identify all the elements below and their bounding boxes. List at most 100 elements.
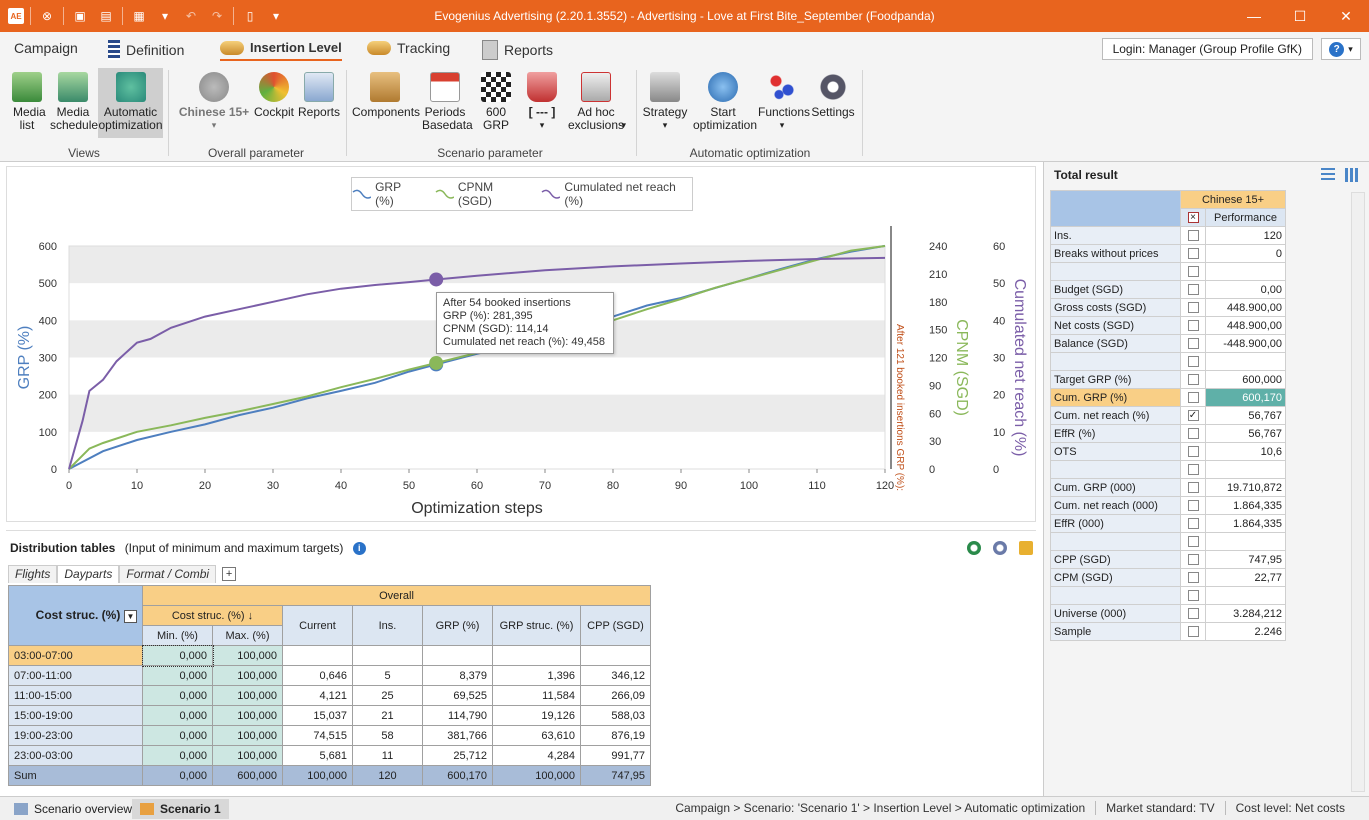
start-optimization-button[interactable]: Start optimization bbox=[692, 72, 757, 132]
tab-campaign[interactable]: Campaign bbox=[14, 40, 78, 56]
table-row[interactable]: 19:00-23:00 0,000 100,000 74,515 58 381,766 63… bbox=[8, 725, 651, 746]
editable-cell[interactable]: 100,000 bbox=[212, 705, 283, 726]
subgroup-header-cost-struc[interactable]: Cost struc. (%) ↓ bbox=[142, 605, 283, 626]
table-row[interactable]: 15:00-19:00 0,000 100,000 15,037 21 114,790 19… bbox=[8, 705, 651, 726]
chart-checkbox[interactable] bbox=[1187, 392, 1199, 404]
tab-scenario-1[interactable]: Scenario 1 bbox=[132, 799, 229, 819]
chart-checkbox-cell bbox=[1180, 388, 1206, 407]
vertical-scrollbar[interactable] bbox=[1351, 192, 1365, 792]
chart-checkbox[interactable] bbox=[1187, 284, 1199, 296]
chart-checkbox[interactable] bbox=[1187, 356, 1199, 368]
editable-cell[interactable]: 0,000 bbox=[142, 745, 213, 766]
chart-toggle-icon[interactable] bbox=[993, 541, 1007, 555]
chart-checkbox[interactable] bbox=[1187, 464, 1199, 476]
chart-checkbox[interactable] bbox=[1187, 482, 1199, 494]
table-row[interactable]: 11:00-15:00 0,000 100,000 4,121 25 69,525 11,5… bbox=[8, 685, 651, 706]
periods-basedata-button[interactable]: Periods Basedata bbox=[420, 72, 473, 132]
media-schedule-button[interactable]: Media schedule bbox=[50, 72, 98, 132]
functions-button[interactable]: Functions ▾ bbox=[758, 72, 810, 132]
settings-icon[interactable] bbox=[1019, 541, 1033, 555]
editable-cell[interactable]: 0,000 bbox=[142, 725, 213, 746]
chart-toggle-all-icon[interactable]: × bbox=[1180, 208, 1206, 227]
editable-cell[interactable]: 100,000 bbox=[212, 685, 283, 706]
automatic-optimization-view-button[interactable]: Automatic optimization bbox=[98, 68, 163, 138]
chart-checkbox[interactable] bbox=[1187, 608, 1199, 620]
chart-checkbox[interactable] bbox=[1187, 248, 1199, 260]
tab-definition[interactable]: Definition bbox=[108, 40, 184, 60]
ad-hoc-exclusions-button[interactable]: Ad hoc exclusions ▾ bbox=[564, 72, 628, 132]
add-tab-button[interactable]: + bbox=[222, 567, 237, 581]
tab-flights[interactable]: Flights bbox=[8, 565, 58, 583]
target-group-header[interactable]: Chinese 15+ bbox=[1180, 190, 1286, 209]
col-min[interactable]: Min. (%) bbox=[142, 625, 213, 646]
tab-tracking[interactable]: Tracking bbox=[367, 40, 450, 56]
chart-checkbox[interactable] bbox=[1187, 266, 1199, 278]
columns-icon[interactable] bbox=[1345, 168, 1359, 182]
strategy-button[interactable]: Strategy ▾ bbox=[642, 72, 688, 132]
editable-cell[interactable]: 100,000 bbox=[212, 725, 283, 746]
chart-checkbox[interactable] bbox=[1187, 554, 1199, 566]
col-ins[interactable]: Ins. bbox=[352, 605, 423, 646]
tab-dayparts[interactable]: Dayparts bbox=[57, 565, 120, 583]
tab-insertion-level[interactable]: Insertion Level bbox=[220, 40, 342, 61]
chart-checkbox[interactable] bbox=[1187, 230, 1199, 242]
minimize-button[interactable]: — bbox=[1231, 0, 1277, 32]
chevron-down-icon[interactable]: ▼ bbox=[124, 610, 137, 623]
editable-cell[interactable]: 100,000 bbox=[212, 645, 283, 666]
chart-checkbox[interactable] bbox=[1187, 518, 1199, 530]
reports-button[interactable]: Reports bbox=[298, 72, 340, 119]
chart-checkbox[interactable] bbox=[1187, 374, 1199, 386]
filter-list-icon[interactable] bbox=[1321, 168, 1335, 182]
refresh-icon[interactable] bbox=[967, 541, 981, 555]
result-row: Target GRP (%) 600,000 bbox=[1050, 370, 1286, 389]
close-button[interactable]: ✕ bbox=[1323, 0, 1369, 32]
chart-checkbox[interactable] bbox=[1187, 302, 1199, 314]
row-label[interactable]: 15:00-19:00 bbox=[8, 705, 143, 726]
table-row[interactable]: 07:00-11:00 0,000 100,000 0,646 5 8,379 1,396 3… bbox=[8, 665, 651, 686]
components-button[interactable]: Components bbox=[352, 72, 420, 119]
table-row[interactable]: 03:00-07:00 0,000 100,000 bbox=[8, 644, 651, 667]
chart-checkbox[interactable] bbox=[1187, 446, 1199, 458]
col-max[interactable]: Max. (%) bbox=[212, 625, 283, 646]
chart-checkbox[interactable] bbox=[1187, 320, 1199, 332]
chart-checkbox[interactable] bbox=[1187, 590, 1199, 602]
splitter[interactable] bbox=[6, 530, 1036, 531]
chart-checkbox[interactable] bbox=[1187, 572, 1199, 584]
row-label[interactable]: 19:00-23:00 bbox=[8, 725, 143, 746]
chart-checkbox[interactable] bbox=[1187, 428, 1199, 440]
chart-checkbox[interactable] bbox=[1187, 626, 1199, 638]
chart-checkbox[interactable]: ✓ bbox=[1187, 410, 1199, 422]
chart-checkbox[interactable] bbox=[1187, 536, 1199, 548]
settings-button[interactable]: Settings bbox=[810, 72, 856, 119]
row-label[interactable]: 23:00-03:00 bbox=[8, 745, 143, 766]
chart-checkbox[interactable] bbox=[1187, 500, 1199, 512]
cockpit-button[interactable]: Cockpit bbox=[254, 72, 294, 119]
login-button[interactable]: Login: Manager (Group Profile GfK) bbox=[1101, 38, 1313, 60]
maximize-button[interactable]: ☐ bbox=[1277, 0, 1323, 32]
tab-format-combi[interactable]: Format / Combi bbox=[119, 565, 217, 583]
basket-button[interactable]: [ --- ] ▾ bbox=[522, 72, 562, 132]
tab-scenario-overview[interactable]: Scenario overview bbox=[6, 799, 140, 819]
target-group-button[interactable]: Chinese 15+ ▾ bbox=[178, 72, 250, 132]
col-current[interactable]: Current bbox=[282, 605, 353, 646]
corner-header[interactable]: Cost struc. (%) ▼ bbox=[8, 585, 143, 646]
help-button[interactable]: ? ▾ bbox=[1321, 38, 1361, 60]
editable-cell[interactable]: 0,000 bbox=[142, 705, 213, 726]
col-grp[interactable]: GRP (%) bbox=[422, 605, 493, 646]
editable-cell[interactable]: 0,000 bbox=[142, 685, 213, 706]
media-list-button[interactable]: Media list bbox=[6, 72, 48, 132]
editable-cell[interactable]: 0,000 bbox=[141, 644, 214, 667]
table-row[interactable]: 23:00-03:00 0,000 100,000 5,681 11 25,712 4,28… bbox=[8, 745, 651, 766]
editable-cell[interactable]: 100,000 bbox=[212, 745, 283, 766]
info-icon[interactable]: i bbox=[352, 542, 366, 556]
col-cpp[interactable]: CPP (SGD) bbox=[580, 605, 651, 646]
editable-cell[interactable]: 0,000 bbox=[142, 665, 213, 686]
tab-reports[interactable]: Reports bbox=[482, 40, 553, 60]
row-label[interactable]: 11:00-15:00 bbox=[8, 685, 143, 706]
chart-checkbox[interactable] bbox=[1187, 338, 1199, 350]
editable-cell[interactable]: 100,000 bbox=[212, 665, 283, 686]
row-label[interactable]: 07:00-11:00 bbox=[8, 665, 143, 686]
row-label[interactable]: 03:00-07:00 bbox=[8, 645, 143, 666]
col-grp-struc[interactable]: GRP struc. (%) bbox=[492, 605, 581, 646]
target-grp-button[interactable]: 600 GRP bbox=[474, 72, 518, 132]
